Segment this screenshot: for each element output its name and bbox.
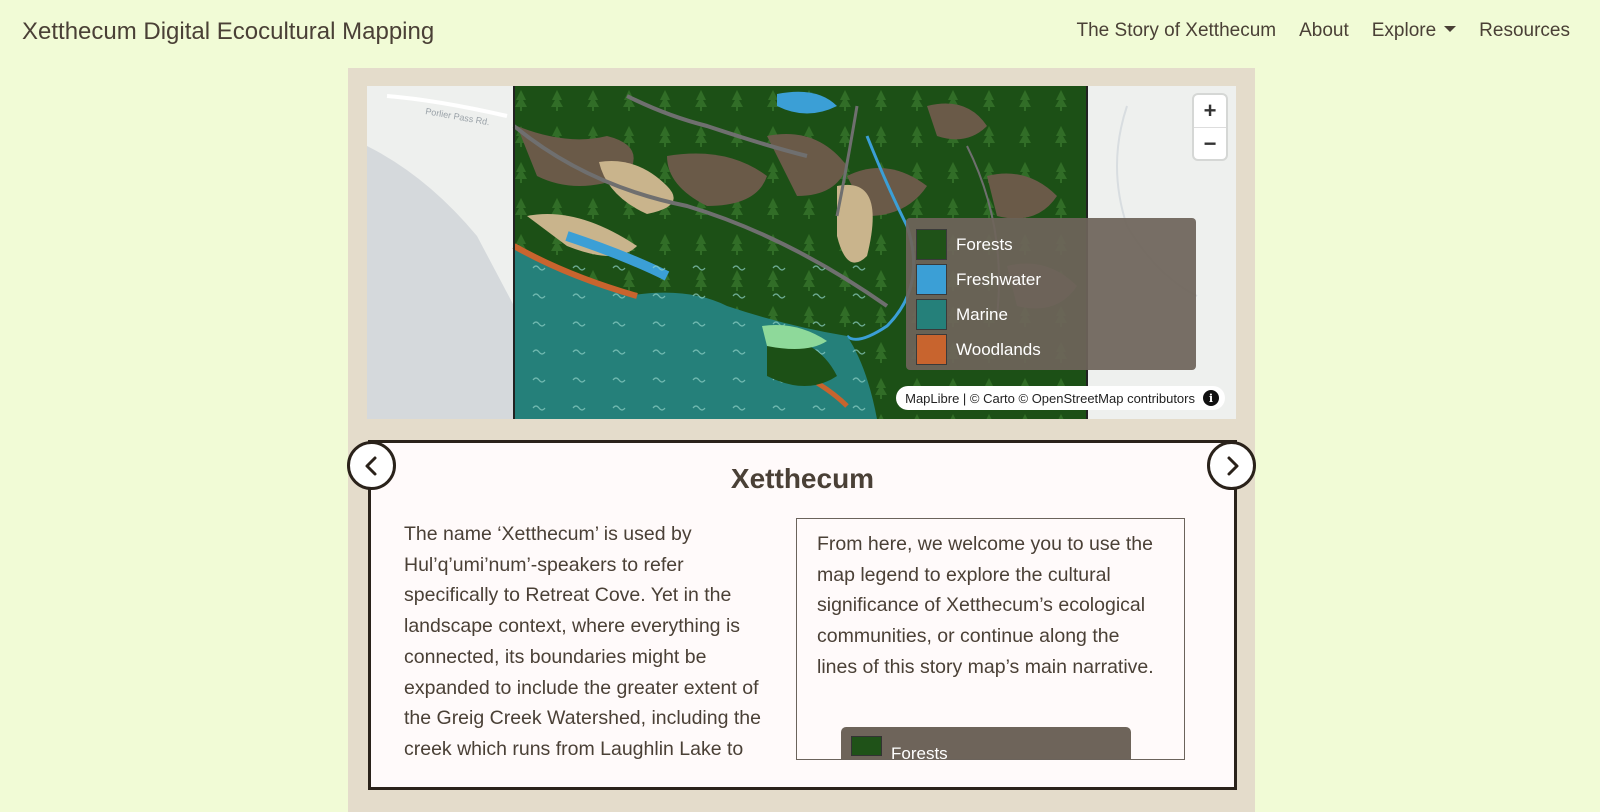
forest-swatch-icon <box>851 736 882 756</box>
story-aside[interactable]: From here, we welcome you to use the map… <box>796 518 1185 760</box>
map-legend: Forests Freshwater Marine Woodlands <box>906 218 1196 370</box>
aside-text: From here, we welcome you to use the map… <box>817 533 1154 678</box>
forest-swatch-icon <box>916 229 947 260</box>
next-button[interactable] <box>1207 441 1256 490</box>
mini-legend-label: Forests <box>891 744 948 760</box>
chevron-left-icon <box>365 456 376 475</box>
legend-label: Freshwater <box>956 269 1042 289</box>
nav-explore-dropdown[interactable]: Explore <box>1371 20 1457 42</box>
chevron-right-icon <box>1227 456 1238 475</box>
story-title: Xetthecum <box>730 463 875 494</box>
zoom-out-button[interactable]: − <box>1194 127 1226 159</box>
legend-item-freshwater[interactable]: Freshwater <box>916 262 1186 297</box>
story-frame: Porlier Pass Rd. + − Forests Freshwater … <box>347 68 1256 812</box>
story-text: The name ‘Xetthecum’ is used by Hul’q’um… <box>404 523 761 760</box>
legend-item-marine[interactable]: Marine <box>916 297 1186 332</box>
freshwater-swatch-icon <box>916 264 947 295</box>
map-attribution: MapLibre | © Carto © OpenStreetMap contr… <box>896 386 1225 410</box>
woodlands-swatch-icon <box>916 334 947 365</box>
navbar: Xetthecum Digital Ecocultural Mapping Th… <box>0 0 1600 68</box>
info-icon[interactable]: i <box>1203 390 1219 406</box>
marine-swatch-icon <box>916 299 947 330</box>
nav-explore-label: Explore <box>1371 20 1437 41</box>
nav-story-link[interactable]: The Story of Xetthecum <box>1077 20 1277 42</box>
legend-label: Forests <box>956 234 1013 254</box>
nav-about-link[interactable]: About <box>1299 20 1349 42</box>
nav-resources-link[interactable]: Resources <box>1479 20 1570 42</box>
legend-label: Marine <box>956 304 1008 324</box>
mini-legend: Forests <box>841 727 1131 760</box>
legend-item-woodlands[interactable]: Woodlands <box>916 332 1186 367</box>
zoom-in-button[interactable]: + <box>1194 95 1226 127</box>
legend-item-forests[interactable]: Forests <box>916 227 1186 262</box>
nav-links: The Story of Xetthecum About Explore Res… <box>1077 20 1571 42</box>
attribution-text[interactable]: MapLibre | © Carto © OpenStreetMap contr… <box>905 391 1195 406</box>
legend-label: Woodlands <box>956 339 1041 359</box>
previous-button[interactable] <box>347 441 396 490</box>
site-title[interactable]: Xetthecum Digital Ecocultural Mapping <box>22 18 434 46</box>
caret-down-icon <box>1444 25 1457 32</box>
map-view[interactable]: Porlier Pass Rd. + − Forests Freshwater … <box>367 86 1236 419</box>
zoom-control: + − <box>1194 95 1226 159</box>
story-card: Xetthecum The name ‘Xetthecum’ is used b… <box>368 440 1237 790</box>
